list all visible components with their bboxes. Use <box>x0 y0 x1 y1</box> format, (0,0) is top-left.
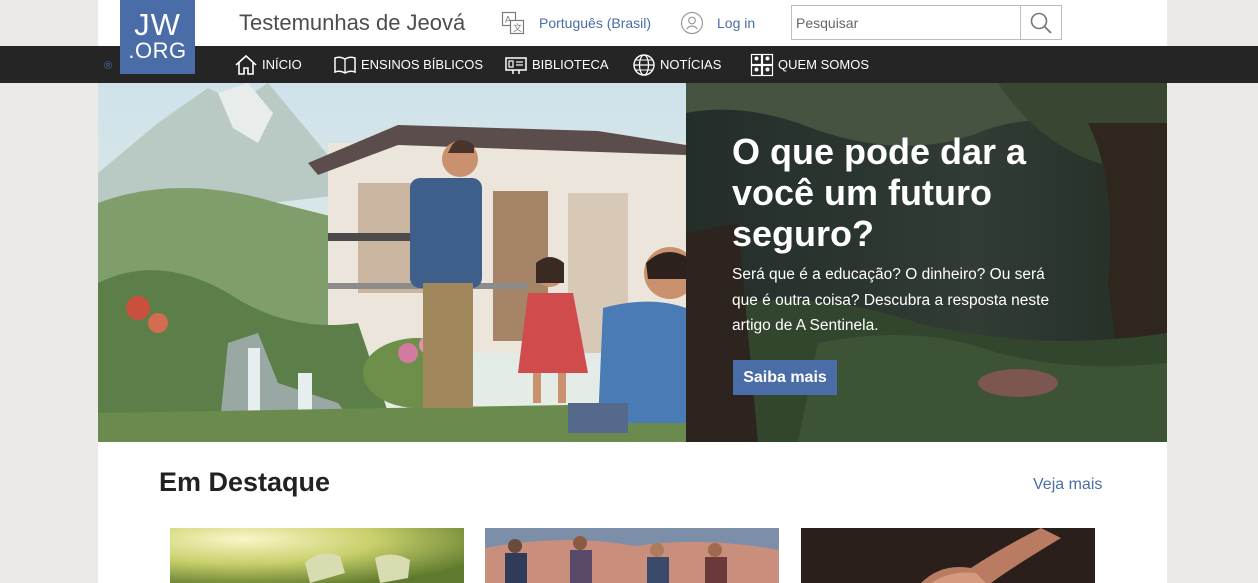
jw-org-logo[interactable]: JW .ORG <box>120 0 195 74</box>
language-selector[interactable]: A 文 Português (Brasil) <box>501 11 651 35</box>
translate-icon: A 文 <box>501 11 525 35</box>
registered-mark: ® <box>104 60 113 72</box>
nav-item-noticias[interactable]: NOTÍCIAS <box>632 46 721 83</box>
nav-label: ENSINOS BÍBLICOS <box>361 57 484 72</box>
nav-label: BIBLIOTECA <box>532 57 609 72</box>
search-icon <box>1030 12 1052 34</box>
hero-banner: O que pode dar a você um futuro seguro? … <box>98 83 1167 442</box>
login-link[interactable]: Log in <box>680 11 755 35</box>
people-icon <box>750 53 774 76</box>
nav-item-inicio[interactable]: INÍCIO <box>234 46 302 83</box>
nav-item-ensinos-biblicos[interactable]: ENSINOS BÍBLICOS <box>333 46 483 83</box>
svg-text:A: A <box>505 15 511 25</box>
library-icon <box>505 56 527 74</box>
nav-label: QUEM SOMOS <box>778 57 870 72</box>
home-icon <box>235 54 257 75</box>
featured-card-1[interactable] <box>170 528 464 583</box>
user-icon <box>680 11 704 35</box>
see-more-link[interactable]: Veja mais <box>1033 476 1102 494</box>
saiba-mais-button[interactable]: Saiba mais <box>733 360 837 395</box>
logo-text-jw: JW <box>134 7 181 42</box>
globe-icon <box>633 53 655 76</box>
search-box <box>791 5 1062 40</box>
featured-card-image <box>170 528 464 583</box>
featured-card-image <box>801 528 1095 583</box>
featured-card-3[interactable] <box>801 528 1095 583</box>
search-input[interactable] <box>792 6 1020 39</box>
nav-label: INÍCIO <box>262 57 302 72</box>
svg-text:文: 文 <box>513 22 522 33</box>
featured-section-title: Em Destaque <box>159 467 331 497</box>
nav-label: NOTÍCIAS <box>660 57 722 72</box>
hero-description: Será que é a educação? O dinheiro? Ou se… <box>732 266 1050 334</box>
nav-item-quem-somos[interactable]: QUEM SOMOS <box>750 46 869 83</box>
search-button[interactable] <box>1020 6 1061 39</box>
nav-item-biblioteca[interactable]: BIBLIOTECA <box>504 46 609 83</box>
site-title[interactable]: Testemunhas de Jeová <box>239 10 465 36</box>
hero-title: O que pode dar a você um futuro seguro? <box>732 131 1027 254</box>
open-book-icon <box>334 55 356 74</box>
logo-text-org: .ORG <box>128 38 187 63</box>
hero-text-block: O que pode dar a você um futuro seguro? … <box>732 131 1052 339</box>
featured-card-image <box>485 528 779 583</box>
language-label: Português (Brasil) <box>539 15 652 31</box>
featured-card-2[interactable] <box>485 528 779 583</box>
login-label: Log in <box>717 15 756 31</box>
